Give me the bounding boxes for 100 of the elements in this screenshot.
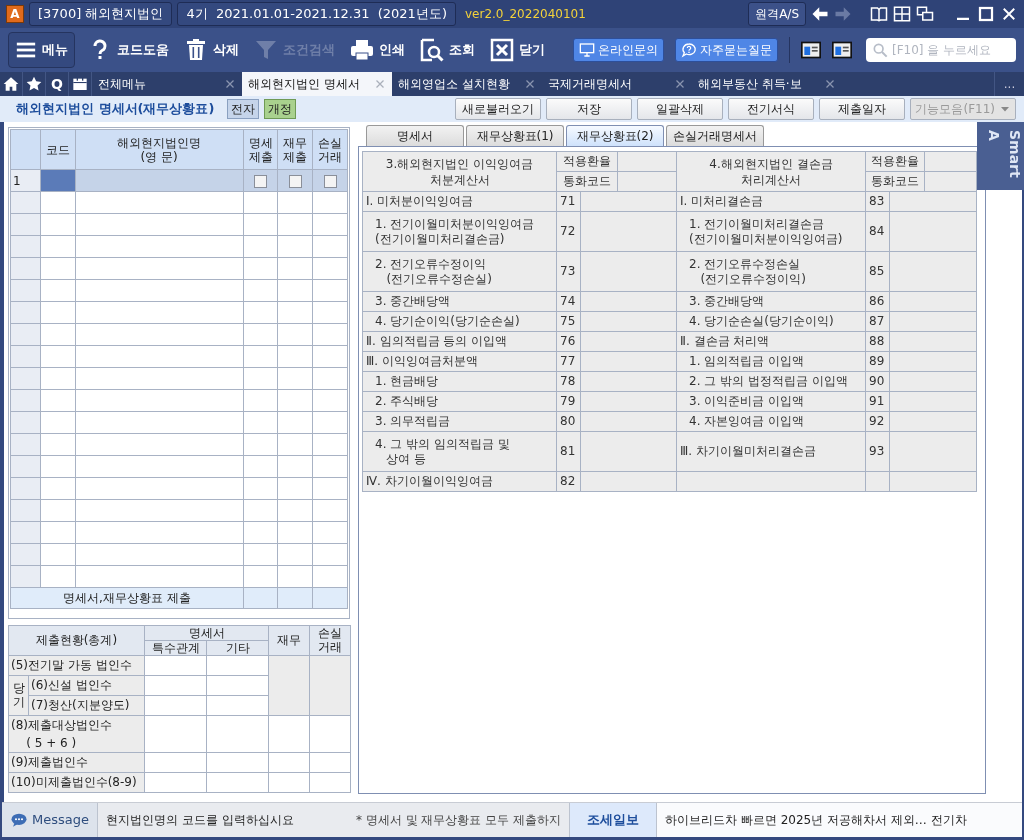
close-icon: [490, 38, 514, 62]
line-number: 81: [560, 444, 576, 458]
column-header: 명세 제출: [243, 129, 278, 170]
chat-icon: [10, 811, 28, 829]
line-number: 87: [869, 314, 885, 328]
action-button[interactable]: 일괄삭제: [637, 98, 724, 120]
grid-icon[interactable]: [893, 5, 911, 23]
row-group-label: 당 기: [8, 675, 29, 715]
star-icon[interactable]: [26, 76, 42, 92]
toolbar-button[interactable]: 코드도움: [86, 36, 171, 64]
quick-search-letter[interactable]: Q: [51, 73, 63, 95]
form-tab[interactable]: 명세서: [366, 125, 464, 146]
value-cell[interactable]: [889, 211, 977, 252]
status-tag: 전자: [227, 99, 260, 119]
row-label: 1. 현금배당: [375, 374, 439, 388]
windows-icon[interactable]: [916, 5, 934, 23]
panel-icon[interactable]: [832, 40, 852, 60]
form-tab[interactable]: 재무상황표(2): [566, 125, 664, 146]
row-label: 3. 이익준비금 이입액: [689, 394, 805, 408]
toolbar-button[interactable]: 메뉴: [8, 32, 75, 68]
line-number: 76: [560, 334, 576, 348]
action-button[interactable]: 전기서식: [728, 98, 815, 120]
row-label: 4. 그 밖의 임의적립금 및 상여 등: [375, 436, 510, 466]
line-number: 75: [560, 314, 576, 328]
line-number: 85: [869, 264, 885, 278]
row-label: Ⅳ. 차기이월이익잉여금: [366, 474, 493, 488]
app-logo: A: [6, 5, 24, 23]
action-button[interactable]: 새로불러오기: [455, 98, 542, 120]
side-tab[interactable]: Smart A: [977, 122, 1024, 190]
printer-icon: [350, 38, 374, 62]
toolbar-button[interactable]: 조회: [418, 36, 477, 64]
checkbox[interactable]: [288, 174, 302, 188]
value-cell[interactable]: [580, 251, 677, 292]
row-label: Ⅲ. 차기이월미처리결손금: [680, 444, 816, 458]
news-source: 조세일보: [587, 811, 640, 830]
screen-heading: 해외현지법인 명세서(재무상황표): [16, 100, 215, 119]
name-cell[interactable]: [75, 169, 244, 192]
row-label: (6)신설 법인수: [31, 678, 112, 692]
row-label: (9)제출법인수: [11, 755, 88, 769]
action-button[interactable]: 저장: [546, 98, 633, 120]
row-label: (8)제출대상법인수 ( 5 + 6 ): [11, 717, 112, 750]
line-number: 73: [560, 264, 576, 278]
row-label: Ⅰ. 미처리결손금: [680, 194, 764, 208]
monitor-icon: [579, 42, 595, 58]
line-number: 91: [869, 394, 885, 408]
toolbar-button[interactable]: 삭제: [182, 36, 241, 64]
close-icon[interactable]: [1000, 5, 1018, 23]
row-label: 2. 전기오류수정이익 (전기오류수정손실): [375, 256, 492, 286]
column-header: 제출현황(총계): [8, 625, 145, 655]
value-cell[interactable]: [580, 431, 677, 472]
section-title: 4.해외현지법인 결손금 처리계산서: [676, 151, 866, 192]
book-icon[interactable]: [870, 5, 888, 23]
row-label: 3. 의무적립금: [375, 414, 451, 428]
help-link-button[interactable]: 자주묻는질문: [675, 38, 778, 62]
action-button[interactable]: 제출일자: [819, 98, 906, 120]
toolbar-button[interactable]: 닫기: [488, 36, 547, 64]
column-header: 재무: [268, 625, 310, 655]
filter-icon: [254, 38, 278, 62]
panel-icon[interactable]: [801, 40, 821, 60]
more-tabs-button[interactable]: ...: [1003, 75, 1016, 93]
search-field[interactable]: [F10] 을 누르세요: [866, 38, 1016, 62]
column-header: 해외현지법인명 (영 문): [75, 129, 244, 170]
version-label: ver2.0_2022040101: [464, 6, 586, 23]
value-cell[interactable]: [889, 431, 977, 472]
row-label: 2. 그 밖의 법정적립금 이입액: [689, 374, 848, 388]
value-cell[interactable]: [580, 211, 677, 252]
toolbar-button[interactable]: 인쇄: [348, 36, 407, 64]
checkbox[interactable]: [254, 174, 267, 188]
line-number: 86: [869, 294, 885, 308]
row-label: 4. 당기순손실(당기순이익): [689, 314, 834, 328]
maximize-icon[interactable]: [977, 5, 995, 23]
line-number: 72: [560, 224, 576, 238]
home-icon[interactable]: [3, 76, 19, 92]
back-arrow-icon[interactable]: [811, 5, 829, 23]
window-tab[interactable]: 해외현지법인 명세서: [242, 72, 392, 96]
magnifier-icon: [420, 38, 444, 62]
calendar-icon[interactable]: [72, 76, 88, 92]
checkbox[interactable]: [323, 174, 337, 188]
row-label: 4. 자본잉여금 이입액: [689, 414, 805, 428]
row-number: 1: [10, 169, 41, 192]
value-cell[interactable]: [617, 151, 677, 172]
row-label: 1. 전기이월미처리결손금 (전기이월미처분이익잉여금): [689, 216, 843, 246]
field-label: 적용환율: [556, 151, 618, 172]
row-label: 1. 임의적립금 이입액: [689, 354, 805, 368]
value-cell[interactable]: [924, 151, 977, 172]
form-tab[interactable]: 손실거래명세서: [666, 125, 764, 146]
remote-support-button[interactable]: 원격A/S: [748, 2, 806, 26]
value-cell[interactable]: [889, 251, 977, 292]
column-header: 손실 거래: [309, 625, 351, 655]
section-title: 3.해외현지법인 이익잉여금 처분계산서: [362, 151, 557, 192]
column-header: 코드: [40, 129, 76, 170]
row-label: 3. 중간배당액: [375, 294, 451, 308]
form-tab[interactable]: 재무상황표(1): [466, 125, 564, 146]
row-label: Ⅱ. 결손금 처리액: [680, 334, 770, 348]
column-header: 손실 거래: [312, 129, 348, 170]
row-label: Ⅰ. 미처분이익잉여금: [366, 194, 474, 208]
notice-text: * 명세서 및 재무상황표 모두 제출하지: [356, 812, 562, 829]
help-link-button[interactable]: 온라인문의: [573, 38, 664, 62]
line-number: 88: [869, 334, 885, 348]
row-label: 2. 전기오류수정손실 (전기오류수정이익): [689, 256, 806, 286]
